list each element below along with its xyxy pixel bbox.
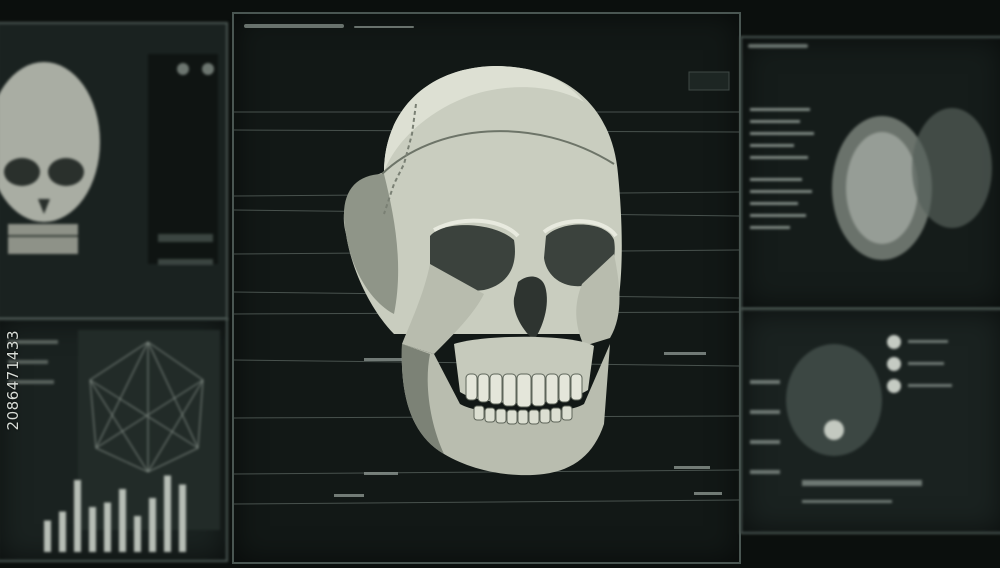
right-scan-graphic <box>750 108 992 260</box>
skull-render <box>234 66 739 505</box>
right-controls-panel <box>740 308 1000 534</box>
main-skull-panel <box>232 12 741 564</box>
right-scan-panel <box>740 36 1000 310</box>
right-text-lines <box>750 108 814 229</box>
left-skull-panel <box>0 22 228 320</box>
monitor-scene: 2086471433 <box>0 0 1000 568</box>
bar <box>119 489 126 552</box>
bar <box>164 475 171 552</box>
status-dots <box>887 335 901 393</box>
bar <box>149 498 156 552</box>
left-analysis-panel <box>0 318 228 562</box>
left-analysis-graphic <box>8 330 220 552</box>
skull-model <box>343 66 622 476</box>
upper-teeth <box>465 373 583 408</box>
bar <box>44 520 51 552</box>
bar <box>179 484 186 552</box>
right-controls-graphic <box>750 335 952 503</box>
bar <box>89 507 96 552</box>
bar <box>59 511 66 552</box>
left-skull-image <box>0 24 226 318</box>
bar <box>134 516 141 552</box>
watermark-id: 2086471433 <box>4 330 22 431</box>
bar <box>74 480 81 552</box>
bar <box>104 502 111 552</box>
lower-teeth <box>473 405 573 425</box>
